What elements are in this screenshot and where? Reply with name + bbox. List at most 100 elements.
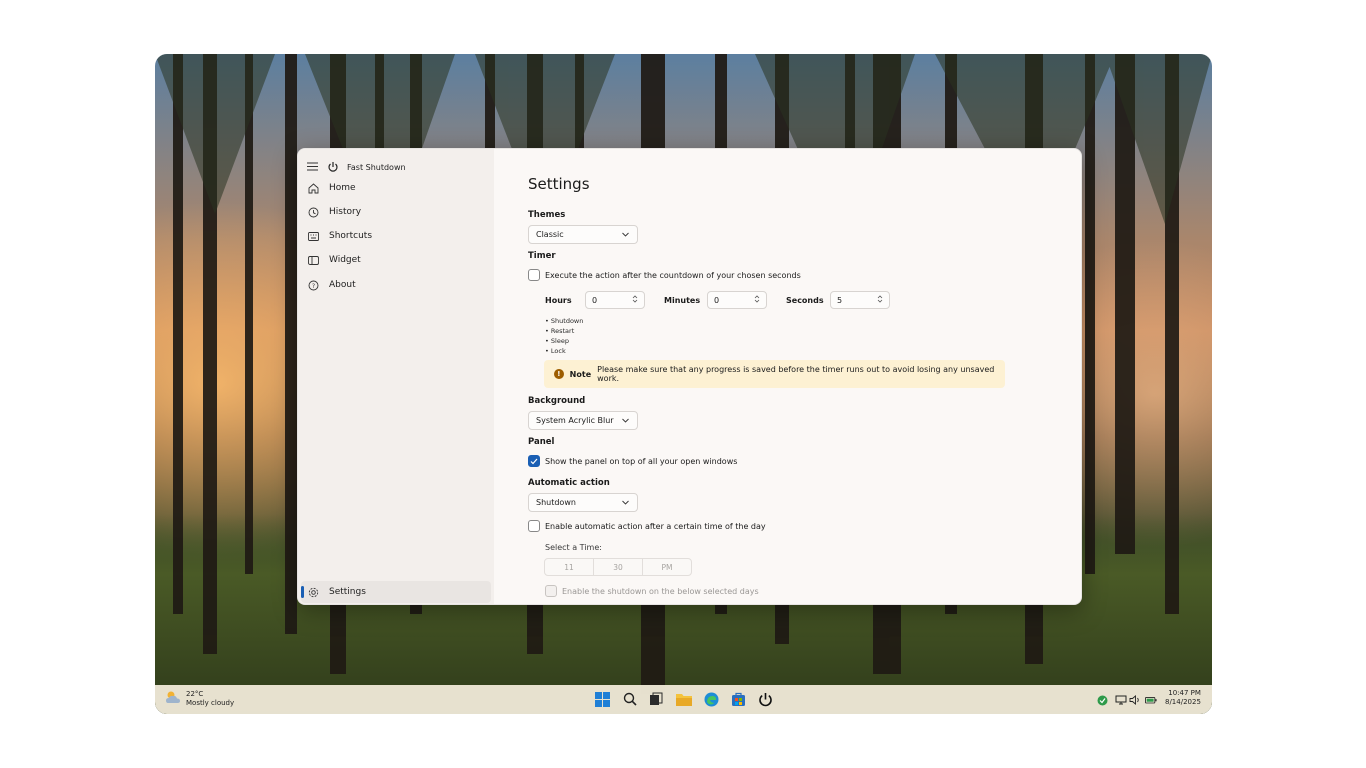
edge-icon[interactable]	[702, 690, 720, 708]
search-icon[interactable]	[621, 690, 639, 708]
gear-icon	[307, 586, 319, 598]
fast-shutdown-window: Fast Shutdown Home History Shortcuts Wid…	[297, 148, 1082, 605]
up-down-icon	[754, 295, 760, 305]
automatic-action-checkbox-row: Enable automatic action after a certain …	[528, 520, 766, 532]
days-checkbox-label: Enable the shutdown on the below selecte…	[562, 586, 759, 596]
timer-label: Timer	[528, 251, 556, 261]
automatic-action-dropdown[interactable]: Shutdown	[528, 493, 638, 512]
nav-item-label: Widget	[329, 255, 361, 265]
shortcuts-icon	[307, 230, 319, 242]
weather-temp: 22°C	[186, 689, 204, 698]
seconds-value: 5	[837, 295, 843, 305]
action-list: • Shutdown • Restart • Sleep • Lock	[545, 316, 583, 356]
time-picker[interactable]: 11 30 PM	[544, 558, 692, 576]
cloudy-weather-icon	[165, 689, 181, 708]
nav-item-label: Settings	[329, 587, 366, 597]
nav-item-label: History	[329, 207, 362, 217]
security-icon[interactable]	[1096, 694, 1108, 706]
settings-page: Settings Themes Classic Timer Execute th…	[494, 149, 1081, 604]
minutes-stepper[interactable]: 0	[707, 291, 767, 309]
warning-icon: !	[554, 369, 564, 379]
nav-item-shortcuts[interactable]: Shortcuts	[301, 225, 491, 247]
themes-dropdown[interactable]: Classic	[528, 225, 638, 244]
automatic-action-checkbox-label: Enable automatic action after a certain …	[545, 521, 766, 531]
chevron-down-icon	[622, 231, 630, 239]
nav-header: Fast Shutdown	[307, 157, 406, 177]
time-period[interactable]: PM	[643, 559, 691, 575]
panel-checkbox[interactable]	[528, 455, 540, 467]
chevron-down-icon	[622, 417, 630, 425]
note-text: Please make sure that any progress is sa…	[597, 365, 995, 383]
svg-text:?: ?	[311, 283, 314, 290]
about-icon: ?	[307, 279, 319, 291]
network-icon[interactable]	[1115, 694, 1127, 706]
fast-shutdown-icon[interactable]	[756, 690, 774, 708]
minutes-label: Minutes	[664, 296, 701, 305]
nav-item-label: Shortcuts	[329, 231, 373, 241]
nav-item-about[interactable]: ? About	[301, 274, 491, 296]
nav-item-label: Home	[329, 183, 356, 193]
note-infobar: ! Note Please make sure that any progres…	[544, 360, 1005, 388]
panel-label: Panel	[528, 437, 555, 447]
select-time-label: Select a Time:	[545, 543, 602, 552]
weather-widget[interactable]: 22°C Mostly cloudy	[165, 689, 234, 708]
days-checkbox-row: Enable the shutdown on the below selecte…	[545, 585, 759, 597]
checkmark-icon	[530, 458, 538, 464]
clock[interactable]: 10:47 PM 8/14/2025	[1165, 689, 1201, 707]
automatic-action-checkbox[interactable]	[528, 520, 540, 532]
minutes-value: 0	[714, 295, 720, 305]
background-label: Background	[528, 396, 586, 406]
volume-icon[interactable]	[1129, 694, 1141, 706]
automatic-action-value: Shutdown	[536, 498, 576, 507]
hamburger-menu-icon[interactable]	[307, 160, 319, 174]
start-icon[interactable]	[593, 690, 611, 708]
weather-condition: Mostly cloudy	[186, 698, 235, 707]
nav-item-history[interactable]: History	[301, 201, 491, 223]
themes-label: Themes	[528, 210, 566, 220]
automatic-action-label: Automatic action	[528, 478, 610, 488]
nav-item-settings[interactable]: Settings	[301, 581, 491, 603]
list-item: • Shutdown	[545, 317, 584, 325]
seconds-label: Seconds	[786, 296, 824, 305]
time-hour[interactable]: 11	[545, 559, 594, 575]
note-title: Note	[569, 369, 592, 379]
time-minute[interactable]: 30	[594, 559, 643, 575]
timer-checkbox-label: Execute the action after the countdown o…	[545, 270, 801, 280]
task-view-icon[interactable]	[647, 690, 665, 708]
power-icon	[327, 158, 341, 177]
store-icon[interactable]	[729, 690, 747, 708]
nav-item-home[interactable]: Home	[301, 177, 491, 199]
weather-text: 22°C Mostly cloudy	[186, 690, 234, 708]
widget-icon	[307, 254, 319, 266]
background-value: System Acrylic Blur	[536, 416, 614, 425]
clock-time: 10:47 PM	[1168, 689, 1201, 697]
home-icon	[307, 182, 319, 194]
hours-stepper[interactable]: 0	[585, 291, 645, 309]
panel-checkbox-label: Show the panel on top of all your open w…	[545, 456, 738, 466]
clock-date: 8/14/2025	[1165, 698, 1201, 706]
app-title: Fast Shutdown	[347, 162, 406, 172]
taskbar: 22°C Mostly cloudy 10:47 PM 8/14/2025	[155, 685, 1212, 714]
list-item: • Lock	[545, 347, 566, 355]
file-explorer-icon[interactable]	[675, 690, 693, 708]
themes-value: Classic	[536, 230, 564, 239]
days-checkbox[interactable]	[545, 585, 557, 597]
battery-icon[interactable]	[1145, 694, 1157, 706]
background-dropdown[interactable]: System Acrylic Blur	[528, 411, 638, 430]
timer-checkbox-row: Execute the action after the countdown o…	[528, 269, 801, 281]
page-title: Settings	[528, 175, 590, 193]
panel-checkbox-row: Show the panel on top of all your open w…	[528, 455, 737, 467]
nav-item-label: About	[329, 280, 356, 290]
chevron-down-icon	[622, 499, 630, 507]
seconds-stepper[interactable]: 5	[830, 291, 890, 309]
list-item: • Restart	[545, 327, 575, 335]
hours-value: 0	[592, 295, 598, 305]
timer-checkbox[interactable]	[528, 269, 540, 281]
nav-item-widget[interactable]: Widget	[301, 249, 491, 271]
up-down-icon	[877, 295, 883, 305]
hours-label: Hours	[545, 296, 572, 305]
up-down-icon	[632, 295, 638, 305]
navigation-pane: Fast Shutdown Home History Shortcuts Wid…	[298, 149, 494, 604]
list-item: • Sleep	[545, 337, 569, 345]
history-icon	[307, 206, 319, 218]
